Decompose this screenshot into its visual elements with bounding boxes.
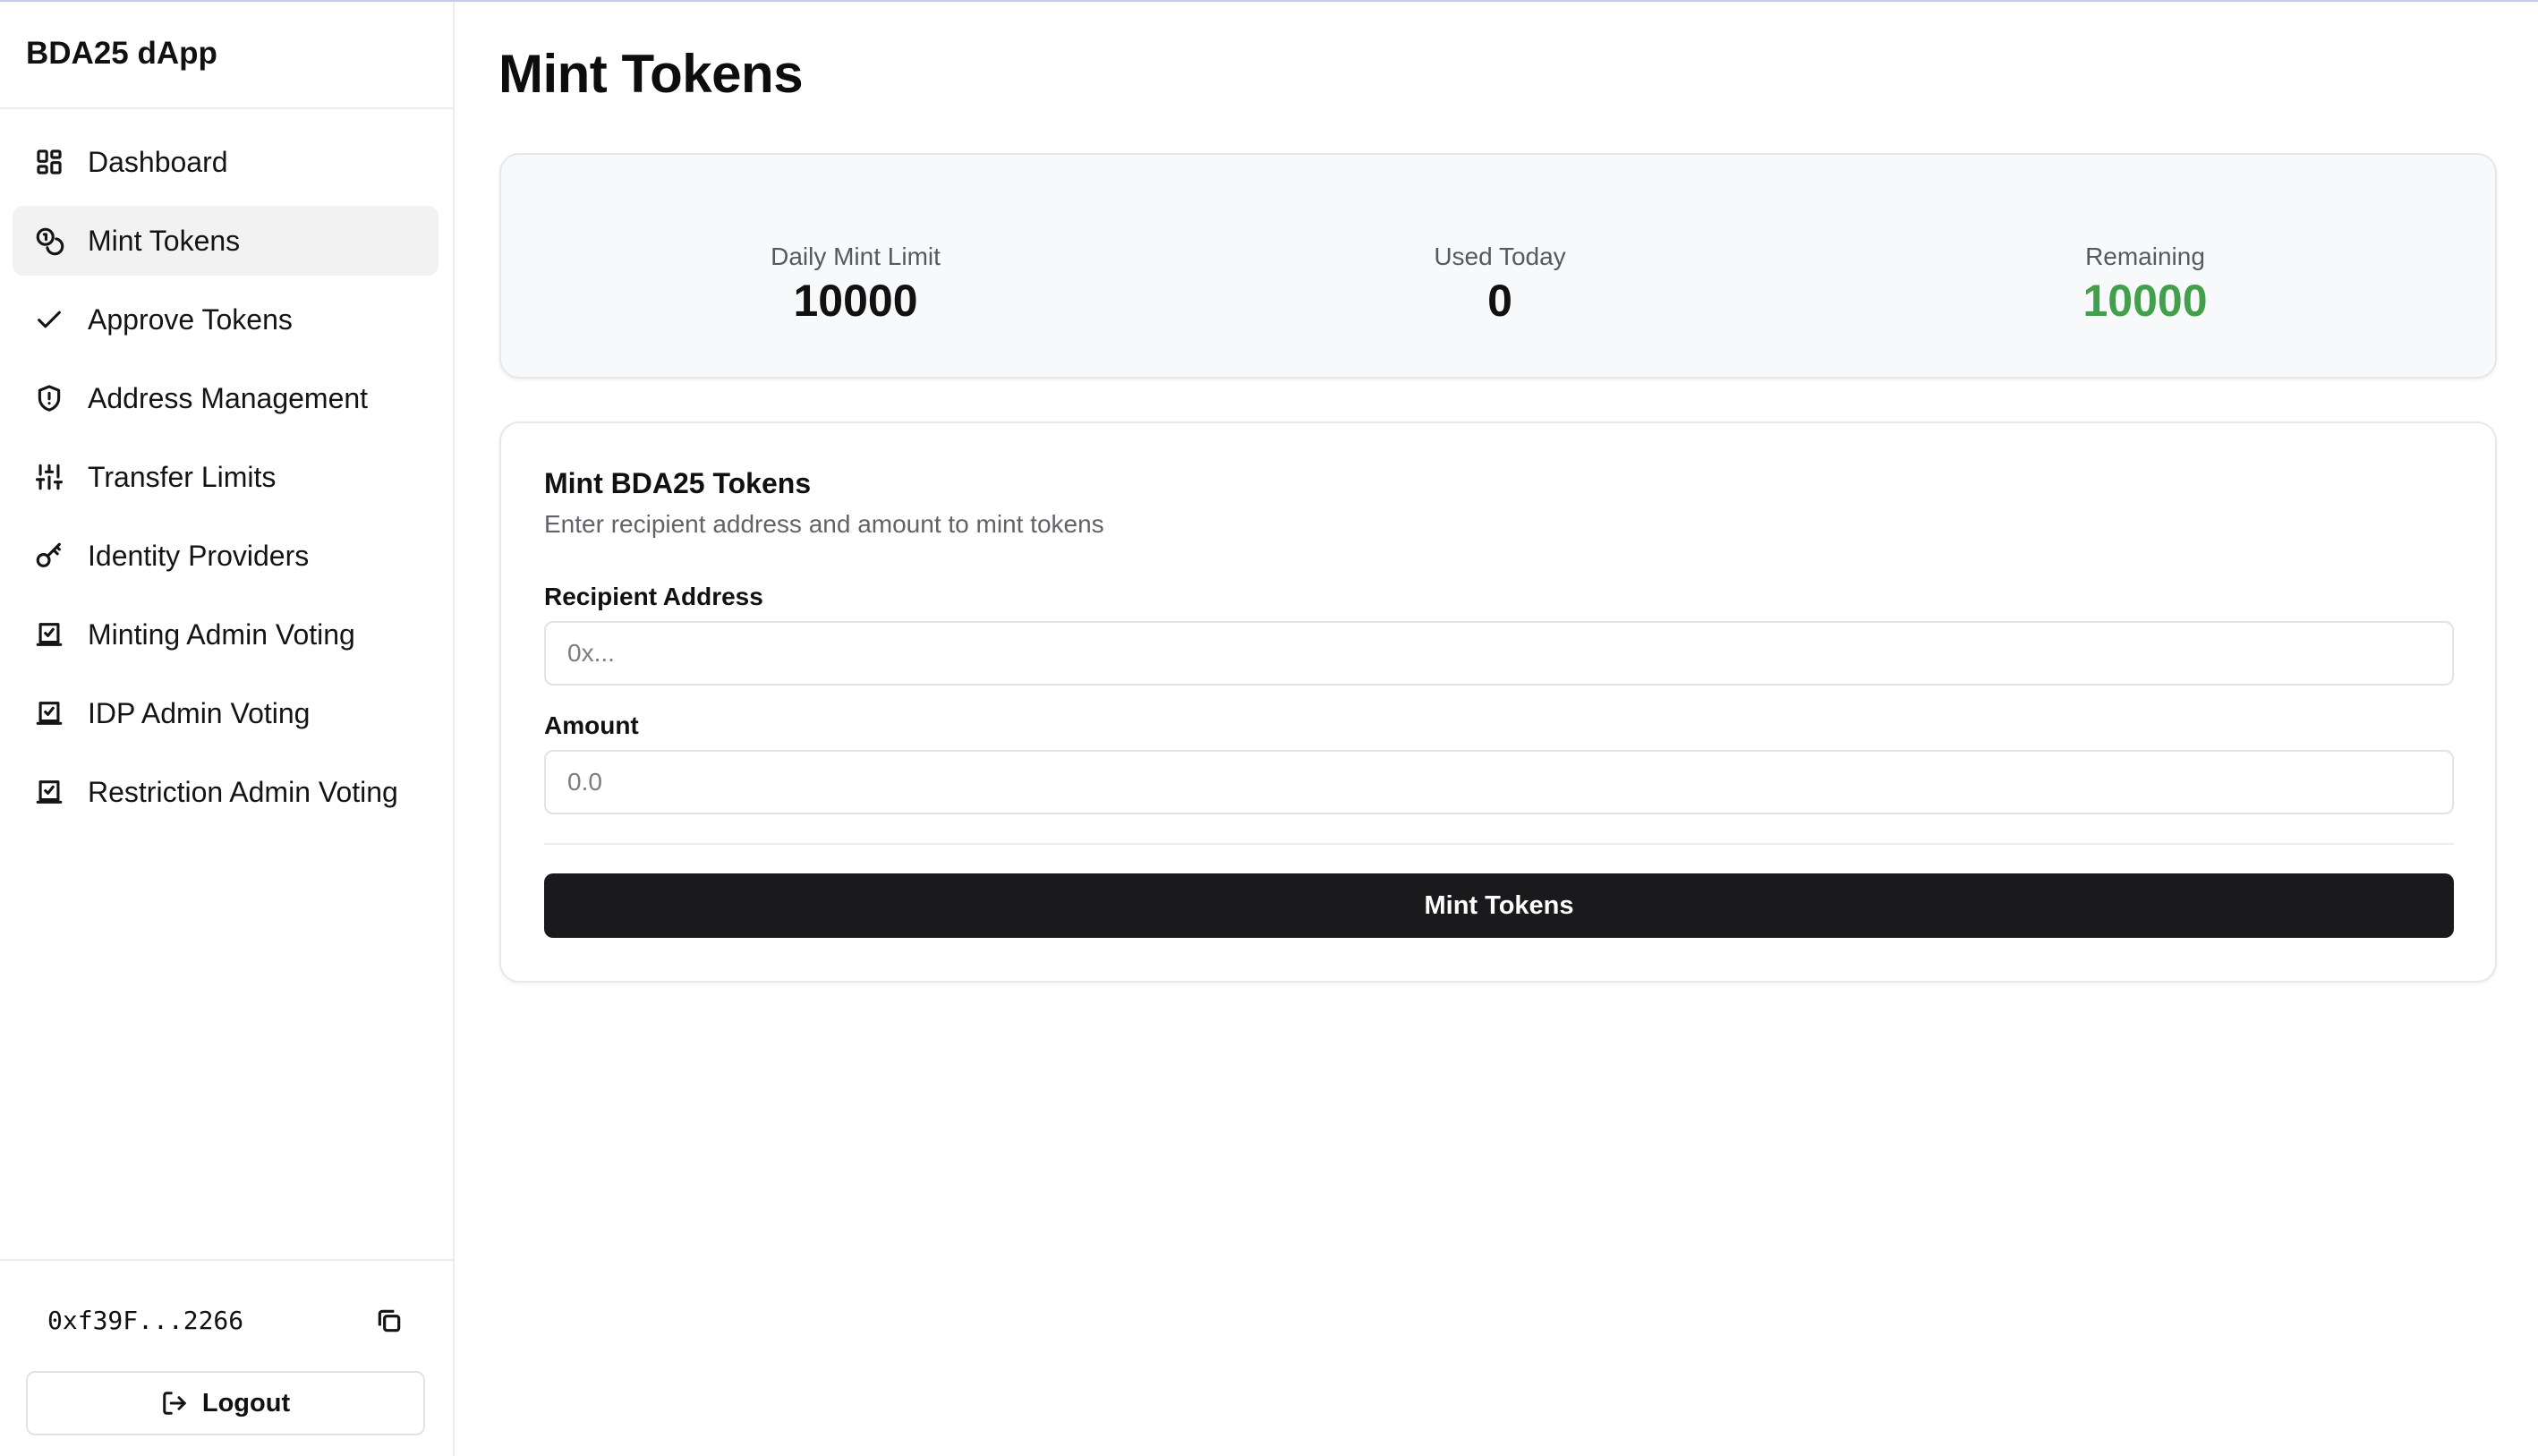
sidebar-item-minting-admin-voting[interactable]: Minting Admin Voting bbox=[13, 600, 439, 669]
sidebar-item-transfer-limits[interactable]: Transfer Limits bbox=[13, 442, 439, 512]
form-divider bbox=[544, 843, 2454, 845]
amount-label: Amount bbox=[544, 711, 639, 739]
sidebar-item-label: IDP Admin Voting bbox=[88, 696, 311, 729]
vote-icon bbox=[34, 698, 64, 728]
recipient-address-input[interactable] bbox=[544, 621, 2454, 685]
key-icon bbox=[34, 541, 64, 571]
logout-button[interactable]: Logout bbox=[26, 1371, 425, 1435]
stat-label: Remaining bbox=[2085, 243, 2205, 270]
stat-label: Used Today bbox=[1434, 243, 1566, 270]
wallet-address: 0xf39F...2266 bbox=[47, 1306, 244, 1335]
sidebar-item-address-management[interactable]: Address Management bbox=[13, 363, 439, 433]
sidebar-item-label: Approve Tokens bbox=[88, 302, 293, 336]
mint-form-card: Mint BDA25 Tokens Enter recipient addres… bbox=[499, 421, 2497, 983]
stat-value: 0 bbox=[1487, 276, 1512, 326]
sidebar-item-label: Identity Providers bbox=[88, 539, 310, 572]
form-description: Enter recipient address and amount to mi… bbox=[544, 510, 1104, 538]
sidebar-item-idp-admin-voting[interactable]: IDP Admin Voting bbox=[13, 678, 439, 748]
stat-value: 10000 bbox=[793, 276, 918, 326]
app-root: BDA25 dApp Dashboard Mint Tokens Approve… bbox=[0, 0, 2538, 1456]
shield-icon bbox=[34, 383, 64, 413]
sidebar-item-mint-tokens[interactable]: Mint Tokens bbox=[13, 206, 439, 276]
sidebar-item-restriction-admin-voting[interactable]: Restriction Admin Voting bbox=[13, 757, 439, 827]
logout-label: Logout bbox=[201, 1388, 291, 1418]
coins-icon bbox=[34, 226, 64, 256]
vote-icon bbox=[34, 619, 64, 650]
form-title: Mint BDA25 Tokens bbox=[544, 467, 812, 499]
sidebar-item-identity-providers[interactable]: Identity Providers bbox=[13, 521, 439, 591]
dashboard-icon bbox=[34, 147, 64, 177]
mint-stats-card: Daily Mint Limit 10000 Used Today 0 Rema… bbox=[499, 153, 2497, 379]
sidebar-item-label: Minting Admin Voting bbox=[88, 617, 355, 651]
amount-input[interactable] bbox=[544, 750, 2454, 814]
sidebar-nav: Dashboard Mint Tokens Approve Tokens Add… bbox=[0, 2, 453, 808]
sidebar: BDA25 dApp Dashboard Mint Tokens Approve… bbox=[0, 2, 455, 1456]
mint-tokens-button[interactable]: Mint Tokens bbox=[544, 873, 2454, 938]
sidebar-item-approve-tokens[interactable]: Approve Tokens bbox=[13, 285, 439, 354]
sidebar-footer: 0xf39F...2266 Logout bbox=[0, 1259, 453, 1456]
stat-used-today: Used Today 0 bbox=[1276, 243, 1724, 327]
vote-icon bbox=[34, 777, 64, 807]
sidebar-item-label: Transfer Limits bbox=[88, 460, 277, 493]
sidebar-item-label: Mint Tokens bbox=[88, 224, 241, 257]
stat-value: 10000 bbox=[2082, 276, 2208, 326]
check-icon bbox=[34, 304, 64, 335]
sidebar-item-label: Restriction Admin Voting bbox=[88, 775, 398, 808]
recipient-address-label: Recipient Address bbox=[544, 583, 763, 610]
stat-label: Daily Mint Limit bbox=[771, 243, 941, 270]
stat-daily-mint-limit: Daily Mint Limit 10000 bbox=[632, 243, 1079, 327]
logout-icon bbox=[163, 1392, 186, 1415]
sidebar-item-label: Address Management bbox=[88, 381, 369, 414]
sliders-icon bbox=[34, 462, 64, 492]
copy-icon[interactable] bbox=[372, 1304, 406, 1338]
main-content: Mint Tokens Daily Mint Limit 10000 Used … bbox=[456, 2, 2538, 1456]
stat-remaining: Remaining 10000 bbox=[1921, 243, 2369, 327]
sidebar-item-dashboard[interactable]: Dashboard bbox=[13, 127, 439, 197]
page-title: Mint Tokens bbox=[498, 44, 804, 104]
sidebar-item-label: Dashboard bbox=[88, 145, 228, 178]
